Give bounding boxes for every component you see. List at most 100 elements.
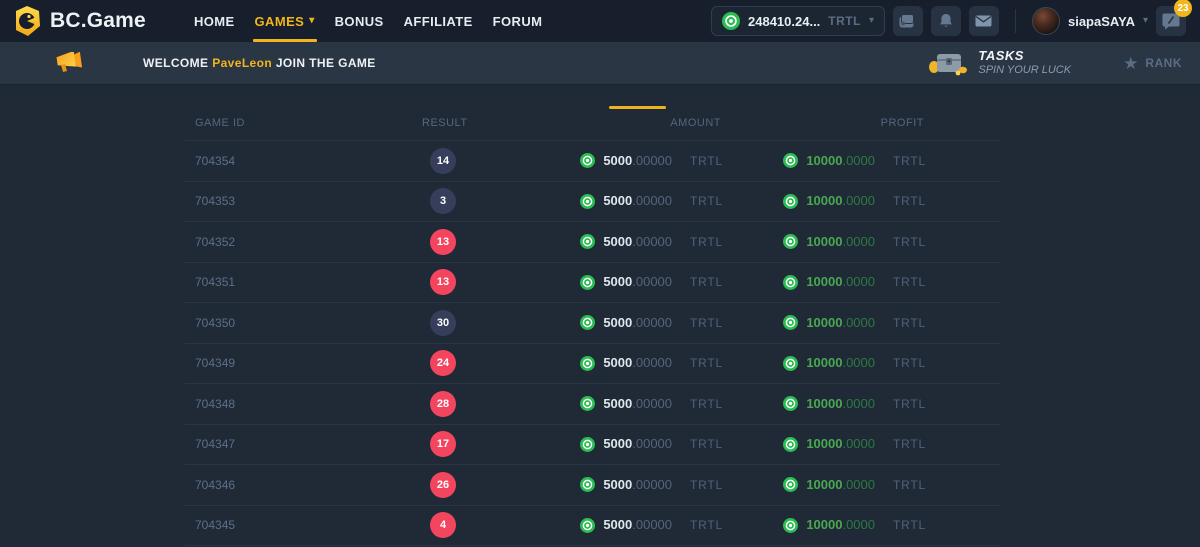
profit-int: 10000 <box>806 396 842 411</box>
amount-int: 5000 <box>603 153 632 168</box>
amount-int: 5000 <box>603 274 632 289</box>
chevron-down-icon: ▾ <box>309 16 314 26</box>
chat-button[interactable]: 23 <box>1156 6 1186 36</box>
star-icon: ★ <box>1123 55 1138 72</box>
amount-dec: .00000 <box>632 153 672 168</box>
amount-dec: .00000 <box>632 315 672 330</box>
profit-dec: .0000 <box>842 315 875 330</box>
game-id-cell: 704351 <box>185 275 412 289</box>
rank-link[interactable]: ★ RANK <box>1123 55 1182 72</box>
column-header-amount: AMOUNT <box>542 117 771 129</box>
game-id-cell: 704352 <box>185 235 412 249</box>
bets-table-body: 704354 14 5000.00000 TRTL <box>185 141 1000 546</box>
profit-currency: TRTL <box>893 154 926 168</box>
profit-cell: 10000.0000 TRTL <box>771 152 1000 170</box>
amount-cell: 5000.00000 TRTL <box>542 516 771 534</box>
game-id-cell: 704354 <box>185 154 412 168</box>
nav-item-forum[interactable]: FORUM <box>483 0 553 42</box>
welcome-message: WELCOME PaveLeon JOIN THE GAME <box>143 56 376 70</box>
table-row[interactable]: 704353 3 5000.00000 TRTL <box>185 182 1000 223</box>
balance-selector[interactable]: 248410.24... TRTL ▾ <box>711 6 885 36</box>
amount-int: 5000 <box>603 477 632 492</box>
result-badge: 24 <box>430 350 456 376</box>
brand-logo[interactable]: BC.Game <box>14 6 146 36</box>
profit-int: 10000 <box>806 355 842 370</box>
table-row[interactable]: 704352 13 5000.00000 TRTL <box>185 222 1000 263</box>
nav-item-affiliate[interactable]: AFFILIATE <box>394 0 483 42</box>
profit-dec: .0000 <box>842 355 875 370</box>
rank-label: RANK <box>1145 56 1182 70</box>
profit-int: 10000 <box>806 153 842 168</box>
announcement-banner: WELCOME PaveLeon JOIN THE GAME TASKS SPI… <box>0 42 1200 85</box>
game-id-cell: 704348 <box>185 397 412 411</box>
messages-button[interactable] <box>969 6 999 36</box>
amount-int: 5000 <box>603 234 632 249</box>
game-id-cell: 704345 <box>185 518 412 532</box>
chevron-down-icon: ▾ <box>1143 16 1148 26</box>
amount-currency: TRTL <box>690 194 723 208</box>
profit-cell: 10000.0000 TRTL <box>771 435 1000 453</box>
amount-currency: TRTL <box>690 397 723 411</box>
nav-item-bonus[interactable]: BONUS <box>325 0 394 42</box>
result-badge: 13 <box>430 229 456 255</box>
column-header-game-id: GAME ID <box>185 117 412 129</box>
profit-cell: 10000.0000 TRTL <box>771 273 1000 291</box>
profit-currency: TRTL <box>893 478 926 492</box>
game-id-cell: 704350 <box>185 316 412 330</box>
trtl-coin-icon <box>783 234 798 249</box>
profit-currency: TRTL <box>893 518 926 532</box>
amount-dec: .00000 <box>632 234 672 249</box>
amount-cell: 5000.00000 TRTL <box>542 354 771 372</box>
top-navbar: BC.Game HOME GAMES▾ BONUS AFFILIATE FORU… <box>0 0 1200 42</box>
balance-currency: TRTL <box>828 14 861 28</box>
profit-cell: 10000.0000 TRTL <box>771 354 1000 372</box>
tasks-link[interactable]: TASKS SPIN YOUR LUCK <box>928 48 1071 78</box>
trtl-coin-icon <box>580 275 595 290</box>
amount-currency: TRTL <box>690 518 723 532</box>
table-row[interactable]: 704350 30 5000.00000 TRTL <box>185 303 1000 344</box>
trtl-coin-icon <box>783 315 798 330</box>
nav-item-games[interactable]: GAMES▾ <box>245 0 325 42</box>
wallet-button[interactable] <box>893 6 923 36</box>
profit-int: 10000 <box>806 234 842 249</box>
user-name: siapaSAYA <box>1068 14 1135 29</box>
trtl-coin-icon <box>580 194 595 209</box>
mail-icon <box>975 15 992 27</box>
profit-cell: 10000.0000 TRTL <box>771 476 1000 494</box>
trtl-coin-icon <box>783 153 798 168</box>
table-row[interactable]: 704345 4 5000.00000 TRTL <box>185 506 1000 547</box>
table-row[interactable]: 704347 17 5000.00000 TRTL <box>185 425 1000 466</box>
chevron-down-icon: ▾ <box>869 16 874 26</box>
amount-int: 5000 <box>603 355 632 370</box>
table-row[interactable]: 704354 14 5000.00000 TRTL <box>185 141 1000 182</box>
trtl-coin-icon <box>580 356 595 371</box>
trtl-coin-icon <box>580 396 595 411</box>
table-row[interactable]: 704349 24 5000.00000 TRTL <box>185 344 1000 385</box>
result-badge: 4 <box>430 512 456 538</box>
profit-dec: .0000 <box>842 396 875 411</box>
nav-item-home[interactable]: HOME <box>184 0 245 42</box>
active-tab-indicator <box>609 106 666 109</box>
notifications-button[interactable] <box>931 6 961 36</box>
amount-currency: TRTL <box>690 437 723 451</box>
result-badge: 26 <box>430 472 456 498</box>
main-nav: HOME GAMES▾ BONUS AFFILIATE FORUM <box>184 0 552 42</box>
amount-int: 5000 <box>603 396 632 411</box>
amount-dec: .00000 <box>632 517 672 532</box>
trtl-coin-icon <box>783 194 798 209</box>
trtl-coin-icon <box>783 437 798 452</box>
amount-int: 5000 <box>603 517 632 532</box>
trtl-coin-icon <box>580 234 595 249</box>
table-row[interactable]: 704351 13 5000.00000 TRTL <box>185 263 1000 304</box>
result-badge: 3 <box>430 188 456 214</box>
profit-int: 10000 <box>806 274 842 289</box>
profit-currency: TRTL <box>893 275 926 289</box>
trtl-coin-icon <box>580 518 595 533</box>
chat-unread-badge: 23 <box>1174 0 1192 17</box>
table-row[interactable]: 704346 26 5000.00000 TRTL <box>185 465 1000 506</box>
profit-int: 10000 <box>806 315 842 330</box>
profit-currency: TRTL <box>893 397 926 411</box>
trtl-coin-icon <box>783 477 798 492</box>
user-menu[interactable]: siapaSAYA ▾ <box>1032 7 1148 35</box>
table-row[interactable]: 704348 28 5000.00000 TRTL <box>185 384 1000 425</box>
